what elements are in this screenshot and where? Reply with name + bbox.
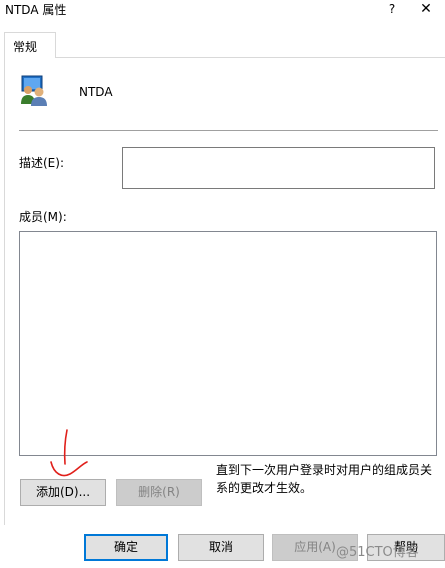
red-annotation-mark: [50, 429, 88, 477]
tab-general-label: 常规: [13, 40, 38, 54]
watermark: @51CTO博客: [336, 545, 419, 560]
divider: [19, 130, 438, 131]
membership-note: 直到下一次用户登录时对用户的组成员关系的更改才生效。: [216, 463, 433, 495]
group-name: NTDA: [79, 85, 113, 99]
tab-general[interactable]: 常规: [4, 32, 56, 58]
members-list[interactable]: [19, 231, 437, 456]
close-button[interactable]: ✕: [417, 0, 435, 18]
members-label: 成员(M):: [19, 210, 67, 224]
description-input[interactable]: [122, 147, 435, 189]
description-label: 描述(E):: [19, 156, 64, 170]
title-bar: NTDA 属性 ? ✕: [0, 0, 445, 20]
help-title-button[interactable]: ?: [384, 0, 400, 18]
window-title: NTDA 属性: [5, 3, 67, 17]
add-button[interactable]: 添加(D)...: [20, 479, 106, 506]
remove-button[interactable]: 删除(R): [116, 479, 202, 506]
users-group-icon: [21, 75, 47, 106]
ok-button[interactable]: 确定: [84, 534, 168, 561]
cancel-button[interactable]: 取消: [178, 534, 264, 561]
